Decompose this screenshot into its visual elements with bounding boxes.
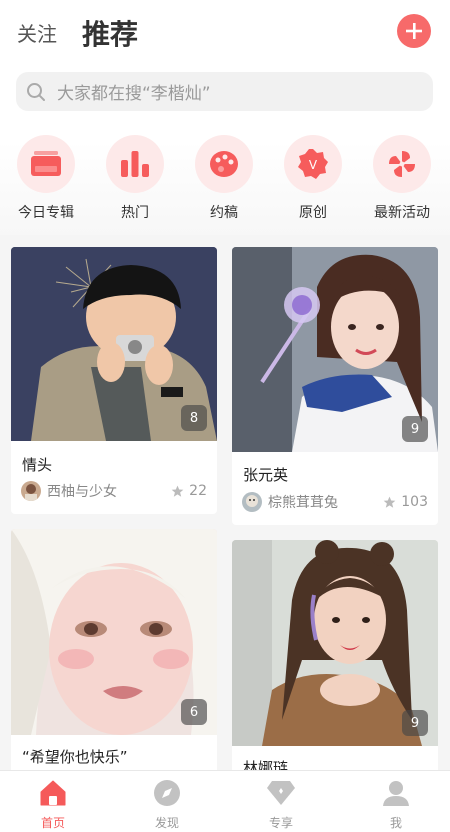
diamond-icon [267, 781, 295, 805]
tab-label: 我 [389, 816, 402, 830]
search-placeholder: 大家都在搜“李楷灿” [57, 84, 211, 104]
bar-chart-icon [121, 151, 149, 177]
album-icon [31, 151, 61, 176]
feed-card[interactable]: 9 张元英 棕熊茸茸兔 103 [232, 247, 438, 525]
compass-icon [154, 780, 180, 806]
category-label: 最新活动 [374, 205, 430, 221]
header-area: 关注 推荐 大家都在搜“李楷灿” 今日专辑 热门 约稿 V 原创 最新活动 [0, 0, 450, 235]
category-commission[interactable]: 约稿 [184, 135, 264, 222]
add-button[interactable] [397, 14, 431, 48]
tab-exclusive[interactable]: 专享 [241, 777, 321, 831]
card-image: 6 [11, 529, 217, 735]
user-icon [383, 781, 409, 806]
star-count-value: 103 [401, 494, 428, 510]
category-latest-events[interactable]: 最新活动 [362, 135, 442, 222]
tab-recommend[interactable]: 推荐 [82, 13, 138, 53]
category-original[interactable]: V 原创 [273, 135, 353, 222]
tab-label: 首页 [40, 816, 65, 830]
card-image: 8 [11, 247, 217, 441]
card-title: 张元英 [243, 466, 289, 484]
category-label: 原创 [299, 205, 327, 221]
tab-label: 发现 [154, 816, 179, 830]
star-count-value: 22 [189, 483, 207, 499]
card-image: 9 [232, 540, 438, 746]
feed-card[interactable]: 6 “希望你也快乐” [11, 529, 217, 779]
card-meta: 西柚与少女 22 [21, 479, 207, 503]
search-bar[interactable]: 大家都在搜“李楷灿” [16, 72, 433, 111]
star-count[interactable]: 103 [383, 494, 428, 510]
tab-follow[interactable]: 关注 [17, 18, 57, 47]
image-count-badge: 9 [402, 416, 428, 442]
avatar[interactable] [242, 492, 262, 512]
plus-icon [406, 23, 422, 39]
feed-card[interactable]: 8 情头 西柚与少女 22 [11, 247, 217, 514]
star-icon [383, 496, 396, 508]
original-v-badge-icon: V [298, 149, 328, 179]
palette-icon [210, 151, 238, 177]
image-count-badge: 8 [181, 405, 207, 431]
author-name[interactable]: 棕熊茸茸兔 [268, 492, 383, 512]
star-icon [171, 485, 184, 497]
star-count[interactable]: 22 [171, 483, 207, 499]
category-label: 热门 [121, 205, 149, 221]
category-hot[interactable]: 热门 [95, 135, 175, 222]
tab-me[interactable]: 我 [356, 777, 436, 831]
image-count-badge: 6 [181, 699, 207, 725]
home-icon [40, 780, 66, 806]
category-today-album[interactable]: 今日专辑 [6, 135, 86, 222]
tab-label: 专享 [268, 816, 293, 830]
bottom-tab-bar: 首页 发现 专享 我 [0, 770, 450, 832]
category-row: 今日专辑 热门 约稿 V 原创 最新活动 [0, 135, 450, 225]
card-meta: 棕熊茸茸兔 103 [242, 490, 428, 514]
card-image: 9 [232, 247, 438, 452]
search-icon [26, 81, 48, 103]
svg-text:V: V [309, 158, 318, 172]
card-title: “希望你也快乐” [22, 748, 128, 766]
tab-discover[interactable]: 发现 [127, 777, 207, 831]
avatar[interactable] [21, 481, 41, 501]
category-label: 今日专辑 [18, 205, 74, 221]
card-title: 情头 [22, 456, 53, 474]
image-count-badge: 9 [402, 710, 428, 736]
category-label: 约稿 [210, 205, 238, 221]
tab-home[interactable]: 首页 [13, 777, 93, 831]
author-name[interactable]: 西柚与少女 [47, 481, 171, 501]
pinwheel-icon [389, 151, 415, 177]
feed-card[interactable]: 9 林娜琏 [232, 540, 438, 780]
